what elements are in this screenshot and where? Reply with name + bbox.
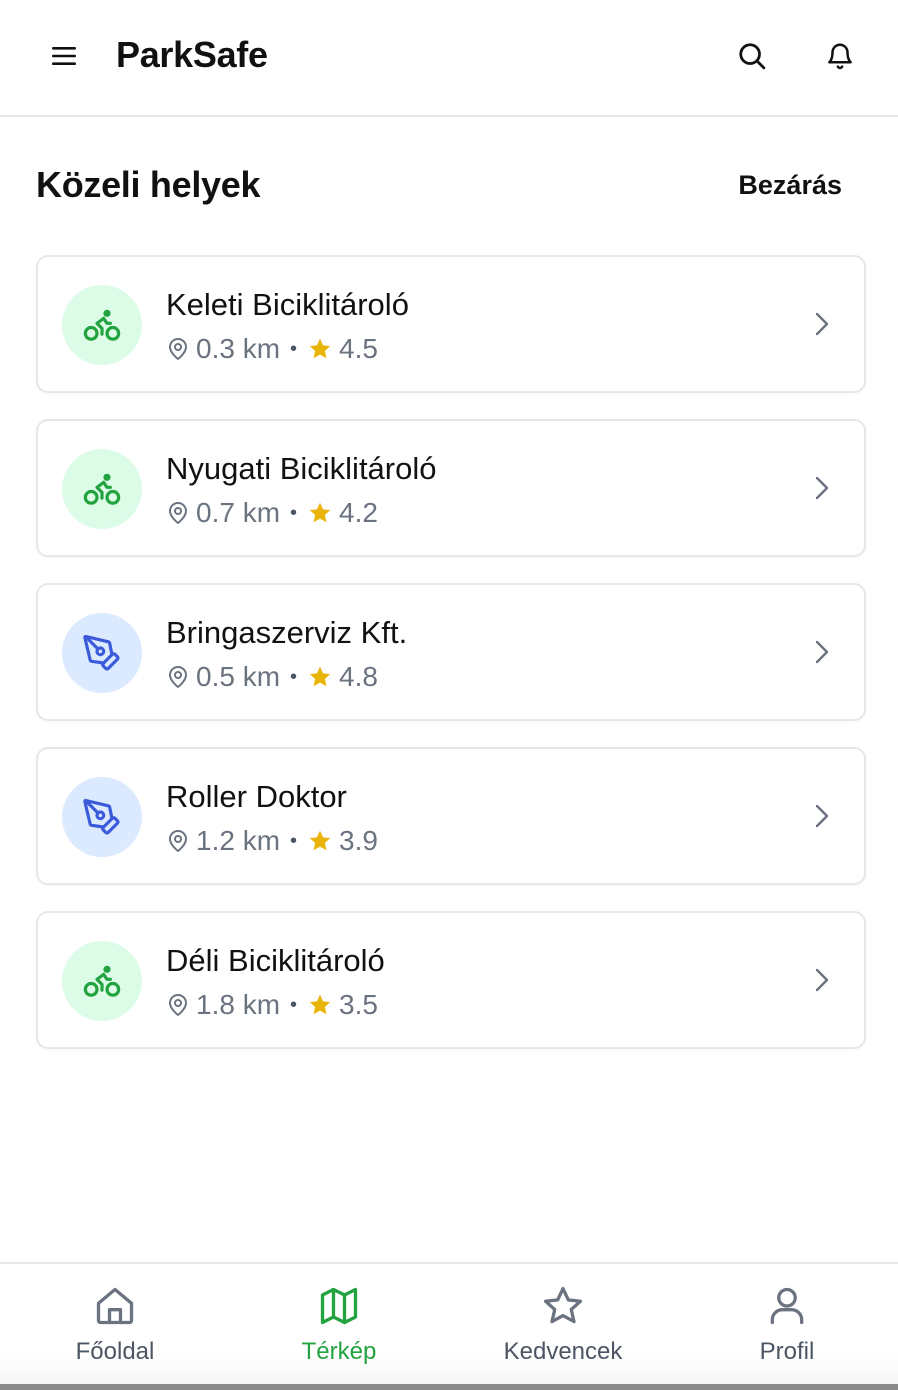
menu-button[interactable] bbox=[46, 38, 82, 74]
place-name: Roller Doktor bbox=[166, 779, 347, 814]
meta-separator: • bbox=[290, 993, 298, 1016]
nav-favorites-label: Kedvencek bbox=[503, 1338, 623, 1365]
user-icon bbox=[763, 1282, 811, 1330]
place-distance: 1.2 km bbox=[196, 825, 281, 856]
map-icon bbox=[315, 1282, 363, 1330]
map-pin-icon bbox=[166, 993, 190, 1017]
chevron-right-icon bbox=[806, 637, 836, 667]
nav-favorites[interactable]: Kedvencek bbox=[473, 1282, 653, 1366]
chevron-right-icon bbox=[806, 473, 836, 503]
star-icon bbox=[307, 336, 333, 362]
place-rating: 3.9 bbox=[339, 825, 378, 856]
chevron-right-icon bbox=[806, 309, 836, 339]
chevron-right-icon bbox=[806, 965, 836, 995]
place-meta: 0.7 km • 4.2 bbox=[166, 497, 378, 529]
search-button[interactable] bbox=[732, 36, 772, 76]
nav-profile[interactable]: Profil bbox=[697, 1282, 877, 1366]
nav-map[interactable]: Térkép bbox=[249, 1282, 429, 1366]
map-pin-icon bbox=[166, 829, 190, 853]
place-name: Bringaszerviz Kft. bbox=[166, 615, 408, 650]
nav-home[interactable]: Főoldal bbox=[25, 1282, 205, 1366]
map-pin-icon bbox=[166, 665, 190, 689]
place-name: Déli Biciklitároló bbox=[166, 943, 385, 978]
chevron-right-icon bbox=[806, 801, 836, 831]
bike-icon bbox=[83, 309, 121, 341]
star-icon bbox=[307, 664, 333, 690]
nearby-places-list: Keleti Biciklitároló 0.3 km • 4.5 Nyugat… bbox=[36, 255, 866, 1075]
pen-tool-icon bbox=[83, 634, 120, 671]
nav-map-label: Térkép bbox=[301, 1338, 377, 1365]
place-avatar bbox=[62, 941, 142, 1021]
place-card[interactable]: Nyugati Biciklitároló 0.7 km • 4.2 bbox=[36, 419, 866, 557]
close-button[interactable]: Bezárás bbox=[738, 170, 842, 201]
bike-icon bbox=[83, 473, 121, 505]
place-rating: 4.8 bbox=[339, 661, 378, 692]
place-name: Keleti Biciklitároló bbox=[166, 287, 409, 322]
star-icon bbox=[539, 1282, 587, 1330]
nav-home-label: Főoldal bbox=[75, 1338, 155, 1365]
nav-profile-label: Profil bbox=[759, 1338, 815, 1365]
place-avatar bbox=[62, 777, 142, 857]
app-title: ParkSafe bbox=[116, 34, 268, 75]
section-title: Közeli helyek bbox=[36, 164, 261, 205]
place-rating: 3.5 bbox=[339, 989, 378, 1020]
place-rating: 4.2 bbox=[339, 497, 378, 528]
pen-tool-icon bbox=[83, 798, 120, 835]
bottom-navigation: Főoldal Térkép Kedvencek Profil bbox=[0, 1262, 898, 1390]
place-meta: 0.3 km • 4.5 bbox=[166, 333, 378, 365]
place-distance: 0.3 km bbox=[196, 333, 281, 364]
place-name: Nyugati Biciklitároló bbox=[166, 451, 437, 486]
home-icon bbox=[91, 1282, 139, 1330]
search-icon bbox=[739, 43, 766, 70]
meta-separator: • bbox=[290, 665, 298, 688]
meta-separator: • bbox=[290, 829, 298, 852]
place-rating: 4.5 bbox=[339, 333, 378, 364]
star-icon bbox=[307, 992, 333, 1018]
place-avatar bbox=[62, 285, 142, 365]
bell-icon bbox=[828, 43, 852, 70]
place-avatar bbox=[62, 449, 142, 529]
place-card[interactable]: Déli Biciklitároló 1.8 km • 3.5 bbox=[36, 911, 866, 1049]
notifications-button[interactable] bbox=[820, 36, 860, 76]
place-card[interactable]: Keleti Biciklitároló 0.3 km • 4.5 bbox=[36, 255, 866, 393]
place-distance: 1.8 km bbox=[196, 989, 281, 1020]
star-icon bbox=[307, 828, 333, 854]
place-card[interactable]: Roller Doktor 1.2 km • 3.9 bbox=[36, 747, 866, 885]
bike-icon bbox=[83, 965, 121, 997]
star-icon bbox=[307, 500, 333, 526]
bottom-edge-bar bbox=[0, 1384, 898, 1390]
place-distance: 0.5 km bbox=[196, 661, 281, 692]
map-pin-icon bbox=[166, 501, 190, 525]
top-app-bar: ParkSafe bbox=[0, 0, 898, 117]
place-meta: 1.2 km • 3.9 bbox=[166, 825, 378, 857]
menu-icon bbox=[52, 47, 76, 65]
place-card[interactable]: Bringaszerviz Kft. 0.5 km • 4.8 bbox=[36, 583, 866, 721]
place-distance: 0.7 km bbox=[196, 497, 281, 528]
map-pin-icon bbox=[166, 337, 190, 361]
meta-separator: • bbox=[290, 501, 298, 524]
place-meta: 0.5 km • 4.8 bbox=[166, 661, 378, 693]
place-avatar bbox=[62, 613, 142, 693]
meta-separator: • bbox=[290, 337, 298, 360]
place-meta: 1.8 km • 3.5 bbox=[166, 989, 378, 1021]
